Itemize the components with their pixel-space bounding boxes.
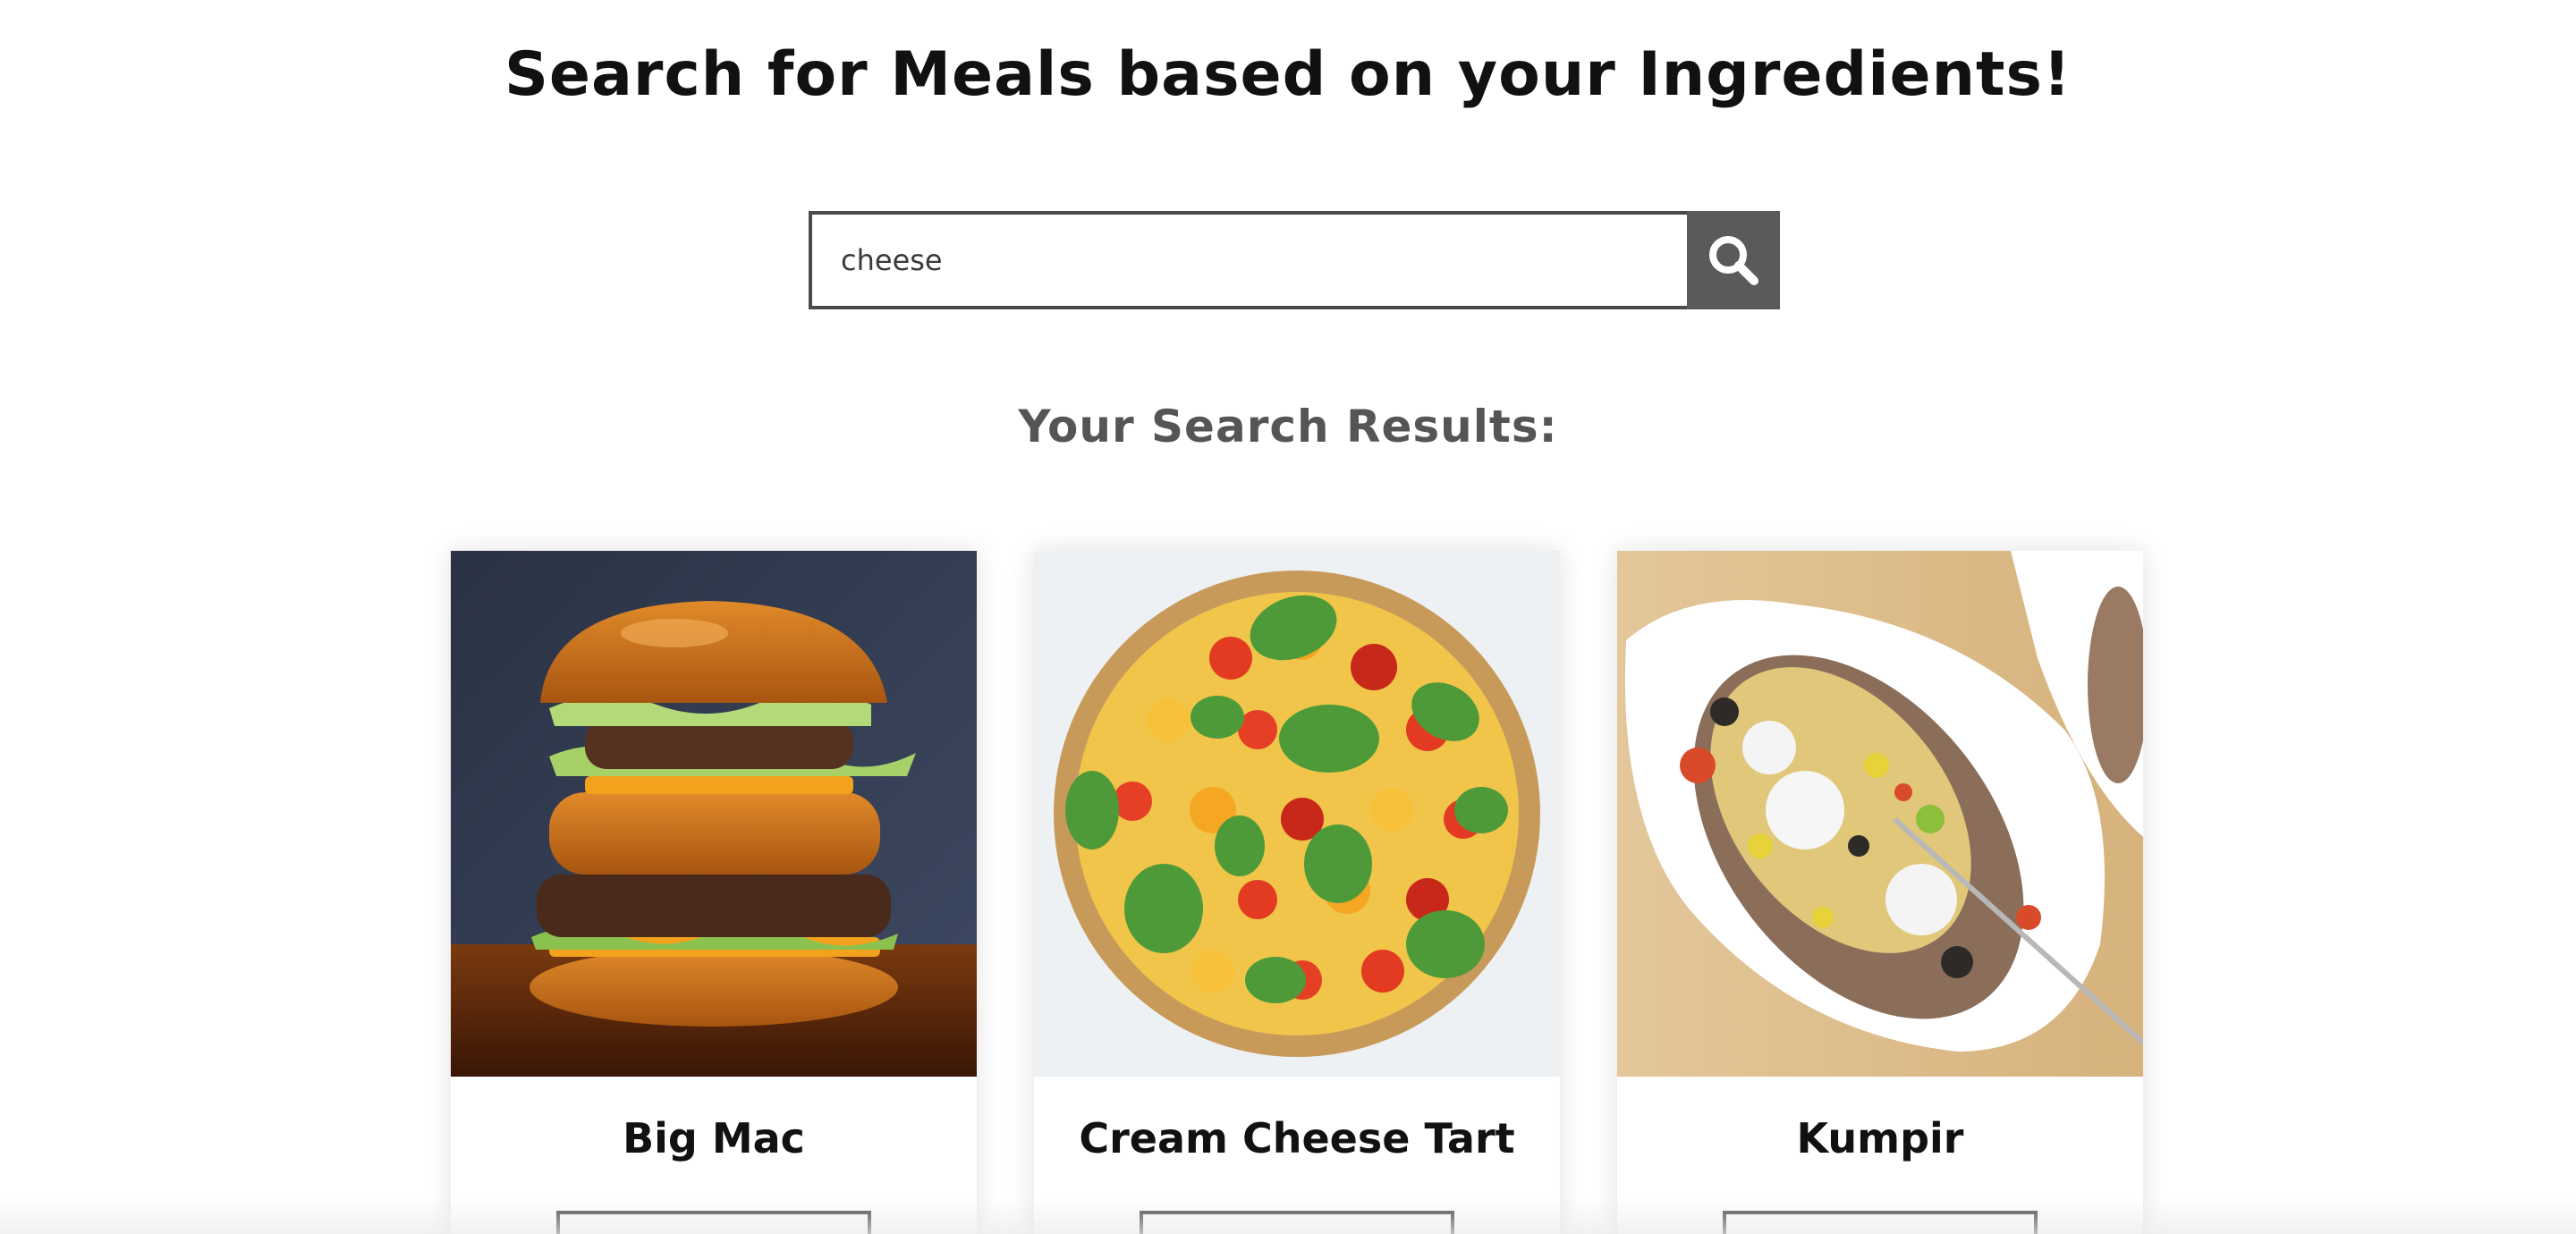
- search-bar: [809, 211, 1780, 309]
- meal-card: Kumpir: [1617, 551, 2143, 1234]
- meal-name: Kumpir: [1796, 1114, 1964, 1162]
- meal-name: Cream Cheese Tart: [1079, 1114, 1515, 1162]
- search-button[interactable]: [1687, 211, 1780, 309]
- search-icon: [1709, 236, 1758, 285]
- view-recipe-button[interactable]: [1140, 1211, 1454, 1234]
- tomato-tart-photo: [1034, 551, 1560, 1077]
- results-heading: Your Search Results:: [1018, 401, 1558, 452]
- view-recipe-button[interactable]: [1723, 1211, 2038, 1234]
- stuffed-baked-potato-photo: [1617, 551, 2143, 1077]
- search-input[interactable]: [809, 211, 1687, 309]
- page: Search for Meals based on your Ingredien…: [0, 0, 2576, 1234]
- view-recipe-button[interactable]: [556, 1211, 871, 1234]
- meal-card: Big Mac: [451, 551, 977, 1234]
- meal-card: Cream Cheese Tart: [1034, 551, 1560, 1234]
- page-title: Search for Meals based on your Ingredien…: [504, 39, 2072, 110]
- meal-name: Big Mac: [623, 1114, 805, 1162]
- burger-photo: [451, 551, 977, 1077]
